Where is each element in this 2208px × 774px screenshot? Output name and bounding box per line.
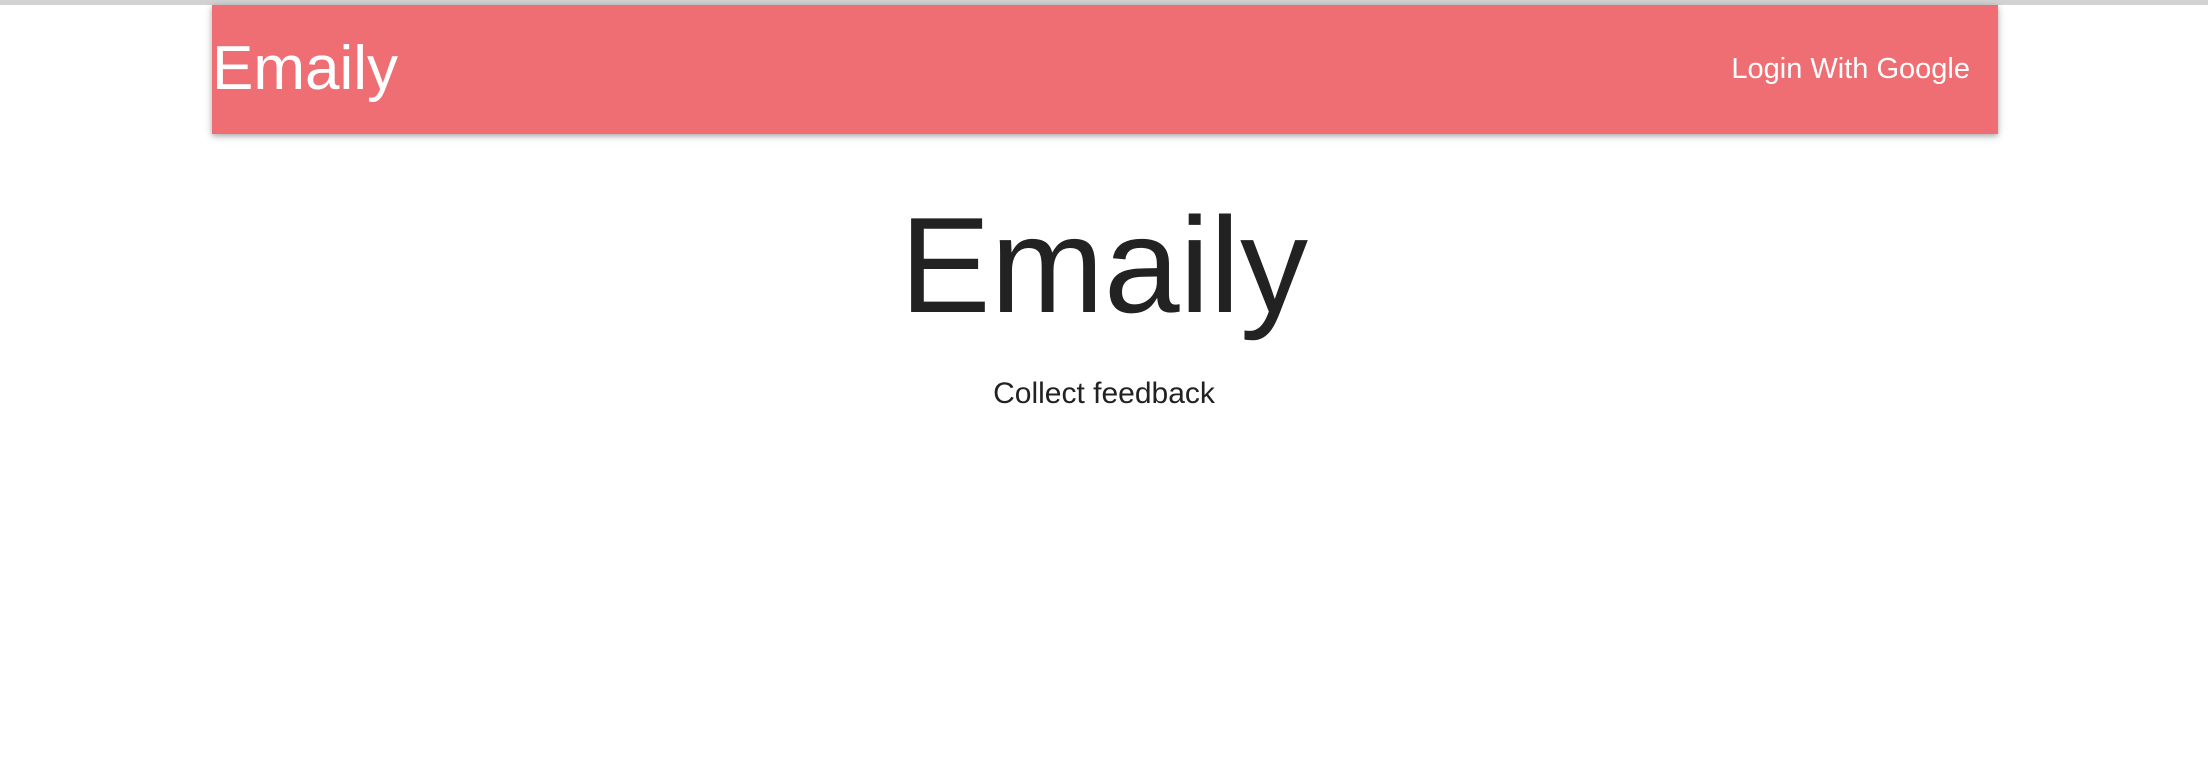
brand-logo-link[interactable]: Emaily bbox=[212, 33, 398, 105]
navbar: Emaily Login With Google bbox=[212, 5, 1998, 134]
hero: Emaily Collect feedback bbox=[0, 190, 2208, 412]
login-with-google-link[interactable]: Login With Google bbox=[1731, 51, 1970, 87]
hero-title: Emaily bbox=[899, 189, 1309, 341]
hero-subtitle: Collect feedback bbox=[993, 377, 1215, 410]
